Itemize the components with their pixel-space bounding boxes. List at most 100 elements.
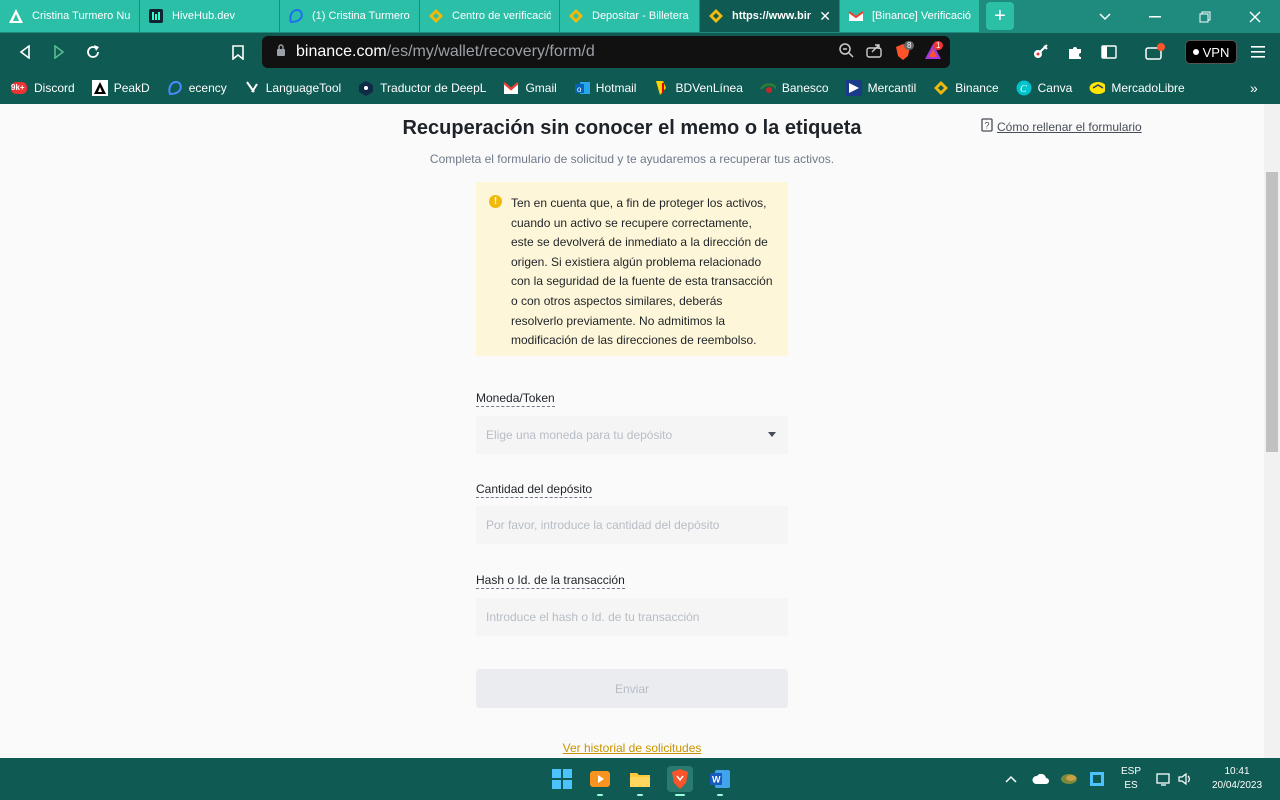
bookmark-languagetool[interactable]: LanguageTool	[244, 80, 341, 96]
wallet-icon[interactable]	[1138, 35, 1172, 69]
binance-icon	[708, 8, 724, 24]
tab-title: (1) Cristina Turmero	[312, 10, 410, 22]
amount-input[interactable]	[486, 518, 766, 532]
bookmark-deepl[interactable]: Traductor de DeepL	[358, 80, 486, 96]
running-indicator	[717, 794, 723, 796]
extensions-puzzle-icon[interactable]	[1058, 35, 1092, 69]
tab-title: [Binance] Verificación	[872, 10, 971, 22]
bookmark-page-icon[interactable]	[221, 35, 255, 69]
peakd-icon	[8, 8, 24, 24]
tab-peakd[interactable]: Cristina Turmero Nuñez	[0, 0, 140, 32]
bookmark-ecency[interactable]: ecency	[167, 80, 227, 96]
running-indicator	[597, 794, 603, 796]
brave-shields-icon[interactable]: 8	[894, 41, 915, 61]
tab-binance-verification-center[interactable]: Centro de verificación	[420, 0, 560, 32]
new-tab-button[interactable]: +	[986, 2, 1014, 30]
clock-time: 10:41	[1224, 766, 1250, 777]
bookmark-hotmail[interactable]: o Hotmail	[574, 80, 637, 96]
media-player-icon[interactable]	[587, 766, 613, 796]
bookmark-label: Binance	[955, 80, 999, 95]
sidebar-toggle-icon[interactable]	[1092, 35, 1126, 69]
lock-icon[interactable]	[276, 43, 286, 61]
reload-button[interactable]	[76, 35, 110, 69]
hash-label: Hash o Id. de la transacción	[476, 573, 625, 589]
outlook-icon: o	[574, 80, 590, 96]
page-scrollbar[interactable]	[1264, 104, 1280, 758]
help-link-label: Cómo rellenar el formulario	[997, 119, 1142, 134]
coin-select-placeholder: Elige una moneda para tu depósito	[486, 428, 673, 442]
address-bar[interactable]: binance.com/es/my/wallet/recovery/form/d…	[262, 36, 950, 68]
more-bookmarks-chevron-icon[interactable]: »	[1250, 80, 1258, 96]
bookmark-label: LanguageTool	[265, 80, 342, 95]
browser-toolbar: binance.com/es/my/wallet/recovery/form/d…	[0, 33, 1280, 71]
tab-ecency[interactable]: (1) Cristina Turmero	[280, 0, 420, 32]
tab-binance-recovery-active[interactable]: https://www.binance ✕	[700, 0, 840, 32]
restore-button[interactable]	[1180, 0, 1230, 33]
bookmark-label: Discord	[34, 80, 75, 95]
gmail-icon	[503, 80, 520, 96]
windows-taskbar: W ESP ES 10:41 20/04/2023	[0, 758, 1280, 800]
bookmark-label: Traductor de DeepL	[380, 80, 487, 95]
windows-start-icon[interactable]	[549, 766, 575, 792]
bookmark-mercantil[interactable]: Mercantil	[845, 79, 917, 96]
zoom-icon[interactable]	[838, 42, 854, 63]
forward-button[interactable]	[42, 35, 76, 69]
bookmark-label: BDVenLínea	[675, 80, 743, 95]
bdv-icon	[653, 80, 669, 96]
languagetool-icon	[244, 80, 260, 96]
running-indicator	[675, 794, 685, 796]
input-language-indicator[interactable]: ESP ES	[1116, 758, 1146, 800]
binance-icon	[933, 80, 949, 96]
gmail-icon	[848, 8, 864, 24]
bookmark-bdvenlinea[interactable]: BDVenLínea	[653, 80, 743, 96]
brave-browser-icon[interactable]	[667, 766, 693, 796]
tab-gmail-binance[interactable]: [Binance] Verificación	[840, 0, 980, 32]
bookmark-label: Mercantil	[867, 80, 917, 95]
scrollbar-thumb[interactable]	[1266, 172, 1278, 452]
bookmark-label: Hotmail	[595, 80, 637, 95]
close-tab-icon[interactable]: ✕	[819, 8, 831, 25]
system-clock[interactable]: 10:41 20/04/2023	[1200, 765, 1274, 793]
tray-app-icon[interactable]	[1060, 758, 1078, 800]
help-link[interactable]: ? Cómo rellenar el formulario	[981, 118, 1142, 135]
brave-rewards-icon[interactable]: 1	[924, 41, 944, 61]
coin-select[interactable]: Elige una moneda para tu depósito	[476, 416, 788, 454]
volume-icon[interactable]	[1178, 758, 1192, 800]
tray-network-monitor-icon[interactable]	[1089, 758, 1105, 800]
warning-icon: !	[489, 195, 502, 208]
tab-hivehub[interactable]: HiveHub.dev	[140, 0, 280, 32]
request-history-link[interactable]: Ver historial de solicitudes	[0, 741, 1264, 755]
key-extension-icon[interactable]	[1024, 35, 1058, 69]
share-icon[interactable]	[866, 42, 882, 63]
submit-button[interactable]: Enviar	[476, 669, 788, 708]
svg-text:?: ?	[985, 121, 990, 131]
bookmark-banesco[interactable]: Banesco	[759, 80, 829, 96]
bookmark-peakd[interactable]: PeakD	[91, 79, 150, 96]
hash-input[interactable]	[486, 610, 766, 624]
show-hidden-icons-chevron-icon[interactable]	[1005, 758, 1017, 800]
onedrive-cloud-icon[interactable]	[1032, 758, 1050, 800]
minimize-button[interactable]	[1130, 0, 1180, 33]
back-button[interactable]	[8, 35, 42, 69]
file-explorer-icon[interactable]	[627, 766, 653, 796]
bookmark-discord[interactable]: 9k+ Discord	[10, 80, 75, 96]
ecency-icon	[167, 80, 183, 96]
close-window-button[interactable]	[1230, 0, 1280, 33]
banesco-icon	[759, 80, 776, 96]
binance-icon	[568, 8, 584, 24]
bookmark-canva[interactable]: C Canva	[1016, 80, 1072, 96]
vpn-button[interactable]: VPN	[1185, 40, 1237, 64]
bookmark-binance[interactable]: Binance	[933, 80, 999, 96]
network-icon[interactable]	[1156, 758, 1172, 800]
bookmark-gmail[interactable]: Gmail	[503, 80, 557, 96]
binance-icon	[428, 8, 444, 24]
hivehub-icon	[148, 8, 164, 24]
amount-field-wrapper	[476, 506, 788, 544]
bookmark-mercadolibre[interactable]: MercadoLibre	[1089, 80, 1185, 96]
tab-binance-deposit[interactable]: Depositar - Billetera	[560, 0, 700, 32]
language-code: ESP	[1120, 766, 1141, 777]
word-icon[interactable]: W	[707, 766, 733, 796]
tab-search-chevron-icon[interactable]	[1080, 0, 1130, 33]
menu-hamburger-icon[interactable]	[1241, 35, 1275, 69]
mercadolibre-icon	[1089, 80, 1106, 96]
